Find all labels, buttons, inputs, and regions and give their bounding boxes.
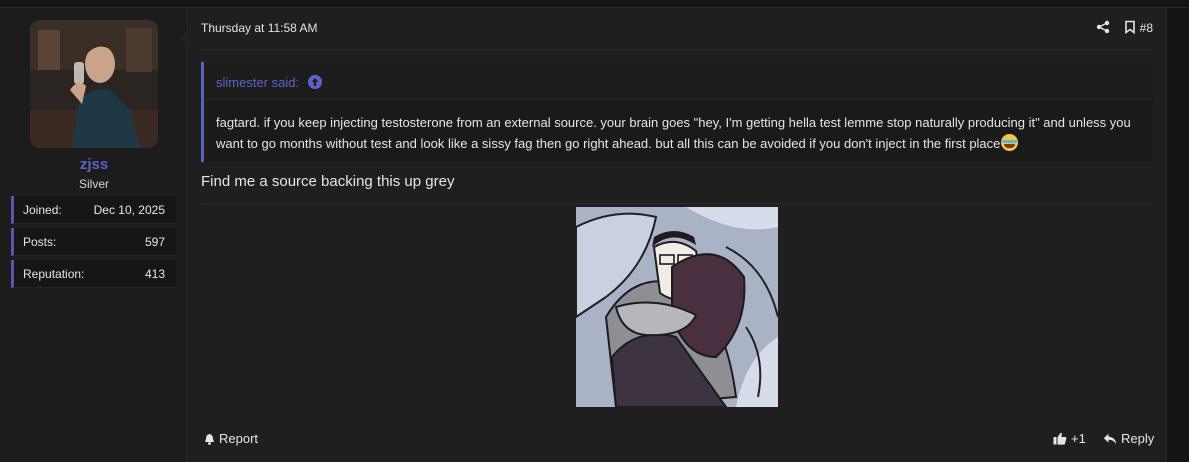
like-count: +1 [1071,431,1086,446]
stat-posts: Posts: 597 [11,228,176,256]
stat-value: Dec 10, 2025 [93,202,165,217]
quote-author[interactable]: slimester said: [216,75,299,90]
reply-button[interactable]: Reply [1103,431,1154,446]
comic-illustration-icon [576,207,778,407]
jump-to-quote-icon[interactable] [308,75,322,89]
top-strip [0,0,1189,8]
user-rank-title: Silver [78,177,109,191]
post-number-link[interactable]: #8 [1140,21,1153,35]
post-message: Find me a source backing this up grey [201,173,455,190]
username[interactable]: zjss [0,156,188,173]
report-label: Report [219,431,259,446]
reply-arrow-icon [1103,433,1117,444]
bell-icon [205,433,214,445]
share-icon[interactable] [1096,20,1110,34]
user-avatar-photo-icon [30,20,158,148]
post-body: Thursday at 11:58 AM #8 slimester said: … [189,8,1166,462]
thumbs-up-icon [1053,432,1067,445]
stat-joined: Joined: Dec 10, 2025 [11,196,176,224]
stat-value: 597 [144,234,165,249]
user-info-panel: zjss Silver Joined: Dec 10, 2025 Posts: … [0,8,188,462]
bookmark-icon[interactable] [1123,20,1137,34]
quote-text-content: fagtard. if you keep injecting testoster… [216,115,1131,151]
divider [201,203,1153,204]
quote-text: fagtard. if you keep injecting testoster… [216,112,1136,154]
quote-block: slimester said: fagtard. if you keep inj… [201,62,1153,162]
post-attached-image[interactable] [576,207,778,407]
stat-reputation: Reputation: 413 [11,260,176,288]
post-pointer-arrow [179,30,189,48]
stat-value: 413 [144,266,165,281]
stat-label: Posts: [23,234,57,249]
like-button[interactable]: +1 [1053,431,1086,446]
stat-label: Reputation: [23,266,85,281]
post-header: Thursday at 11:58 AM #8 [201,8,1153,50]
crying-laughing-emoji-icon [1001,134,1019,151]
reply-label: Reply [1121,431,1155,446]
avatar[interactable] [30,20,158,148]
report-link[interactable]: Report [204,431,258,446]
quote-header: slimester said: [204,62,1153,100]
post-date[interactable]: Thursday at 11:58 AM [201,21,318,35]
scroll-gutter [1166,8,1189,462]
stat-label: Joined: [23,202,62,217]
